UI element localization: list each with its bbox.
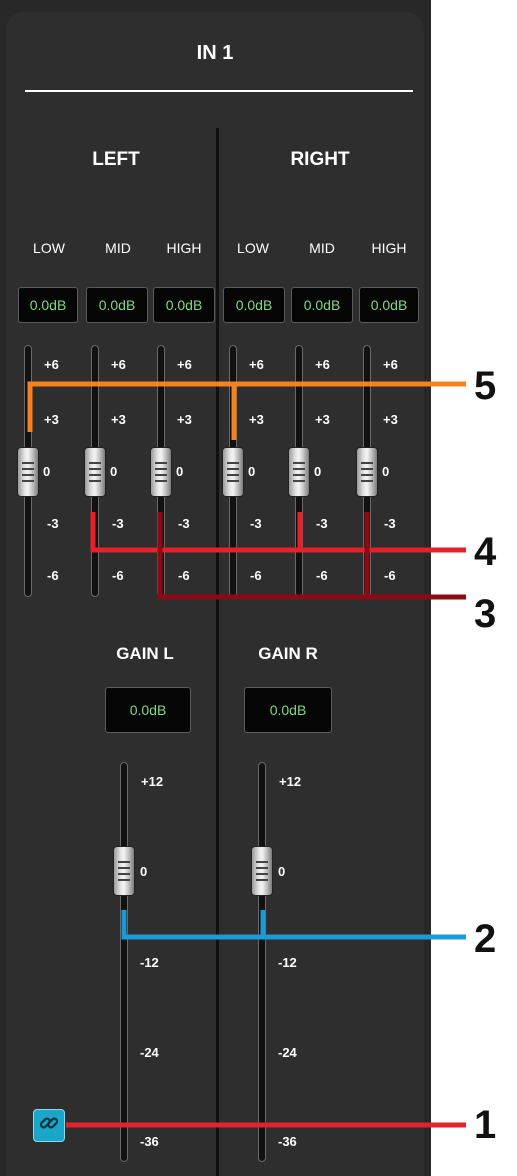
callout-line-5 — [27, 381, 466, 432]
callout-number-5: 5 — [474, 364, 497, 408]
callout-number-3: 3 — [474, 592, 497, 636]
callout-number-2: 2 — [474, 917, 497, 961]
callout-number-1: 1 — [474, 1103, 497, 1147]
callout-lines — [27, 381, 466, 1128]
callout-line-4 — [90, 512, 466, 553]
callout-line-2 — [121, 910, 466, 940]
callout-line-3 — [157, 512, 466, 600]
callout-number-4: 4 — [474, 530, 497, 574]
